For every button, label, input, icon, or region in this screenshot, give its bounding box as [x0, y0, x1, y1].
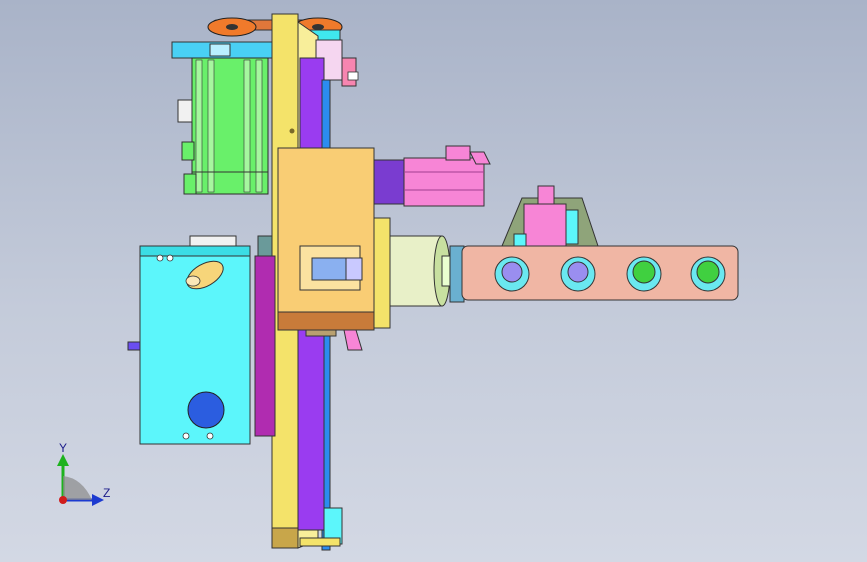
suction-cup-3[interactable] [626, 256, 662, 292]
spindle-flange[interactable] [389, 235, 465, 307]
axis-y-label: Y [59, 441, 67, 455]
plate-spacer [257, 235, 273, 257]
axis-z-label: Z [103, 486, 110, 500]
suction-cup-1[interactable] [494, 256, 530, 292]
axis-triad-icon: Y Z [57, 441, 110, 506]
suction-cup-4[interactable] [690, 256, 726, 292]
horizontal-servo-motor[interactable] [373, 145, 491, 207]
cad-viewport[interactable]: Y Z [0, 0, 867, 562]
top-bracket [341, 57, 359, 87]
cad-model-view[interactable]: Y Z [0, 0, 867, 562]
upper-servo-motor[interactable] [171, 41, 273, 195]
carriage-housing[interactable] [277, 147, 391, 351]
suction-cup-2[interactable] [560, 256, 596, 292]
pick-arm[interactable] [461, 185, 739, 301]
gearbox-housing[interactable] [127, 235, 251, 445]
side-plate [254, 255, 276, 437]
arm-motor-mount[interactable] [501, 185, 599, 247]
